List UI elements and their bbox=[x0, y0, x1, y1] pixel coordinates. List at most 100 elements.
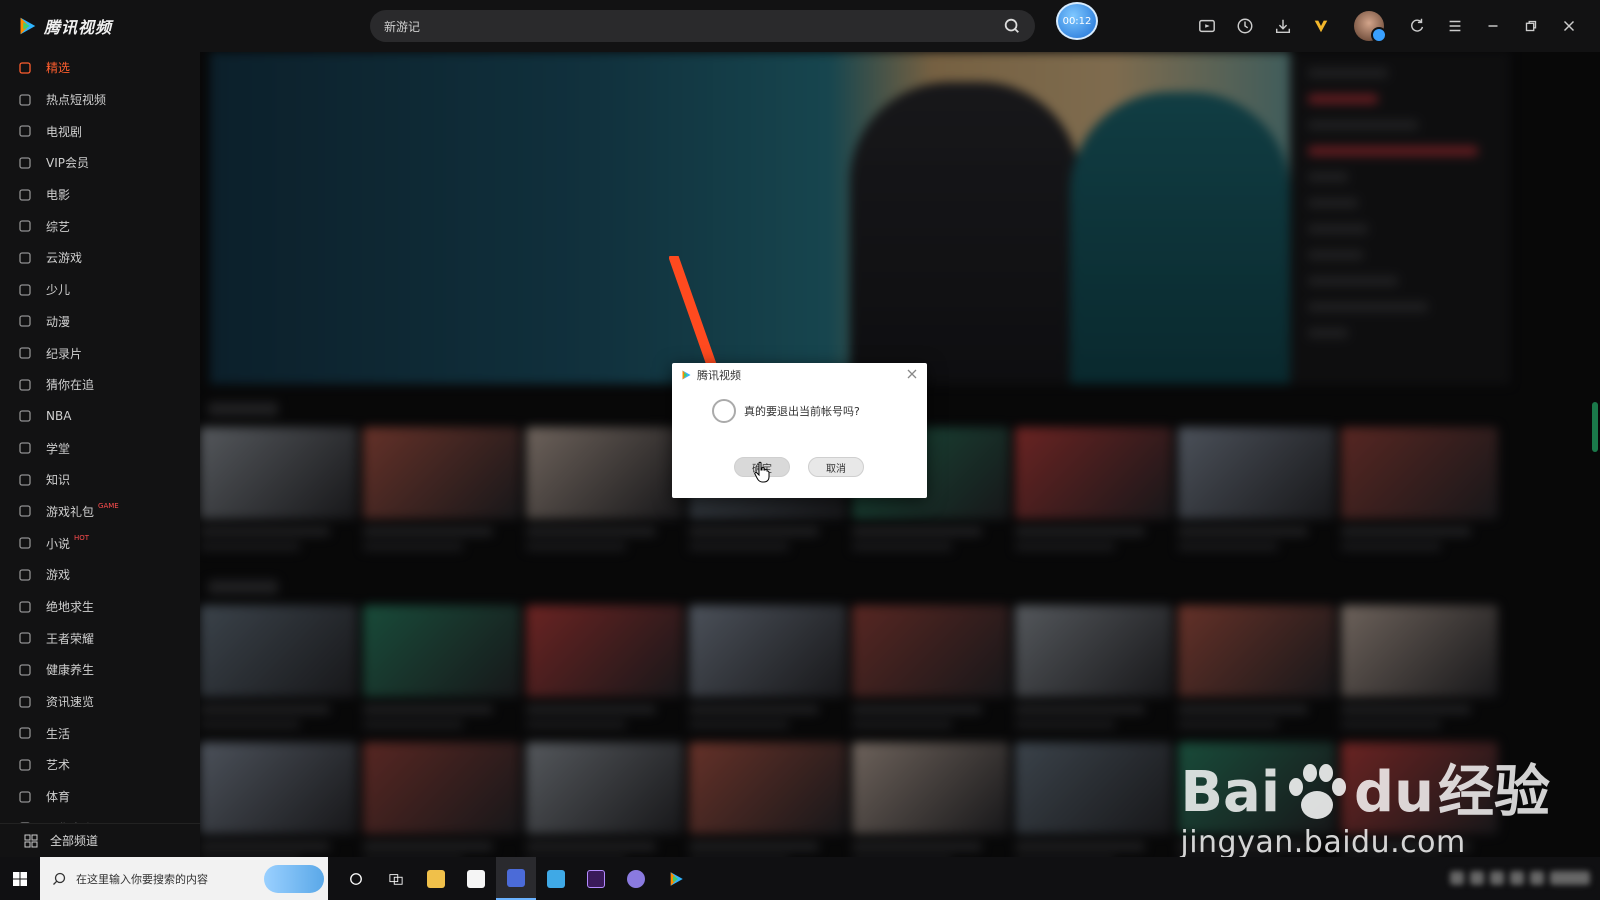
tencent-video-logo-icon bbox=[682, 370, 691, 380]
sidebar-item-8[interactable]: 动漫 bbox=[0, 306, 200, 338]
logout-confirm-dialog: 腾讯视频 真的要退出当前帐号吗? 确定 取消 bbox=[672, 363, 927, 498]
paw-icon bbox=[1289, 764, 1347, 819]
recorder-icon bbox=[507, 868, 525, 887]
dialog-message: 真的要退出当前帐号吗? bbox=[744, 405, 860, 418]
recorder-button[interactable] bbox=[496, 857, 536, 900]
grid-icon bbox=[24, 834, 38, 847]
sidebar-item-16[interactable]: 游戏 bbox=[0, 559, 200, 591]
download-button[interactable] bbox=[1266, 9, 1300, 43]
cortana-button[interactable] bbox=[336, 857, 376, 900]
restore-button[interactable] bbox=[1514, 9, 1548, 43]
browser-icon bbox=[547, 869, 565, 888]
minimize-button[interactable] bbox=[1476, 9, 1510, 43]
watermark-brand-suffix: du bbox=[1354, 760, 1434, 825]
tencent-video-logo-icon bbox=[20, 17, 36, 35]
sidebar-item-6[interactable]: 云游戏 bbox=[0, 242, 200, 274]
premiere-button[interactable] bbox=[576, 857, 616, 900]
notepad-button[interactable] bbox=[456, 857, 496, 900]
sidebar-item-18[interactable]: 王者荣耀 bbox=[0, 622, 200, 654]
sidebar-item-label: 知识 bbox=[46, 473, 71, 488]
sidebar-item-7[interactable]: 少儿 bbox=[0, 274, 200, 306]
app-circle-button[interactable] bbox=[616, 857, 656, 900]
book-icon bbox=[19, 474, 31, 486]
sidebar-item-14[interactable]: 游戏礼包 GAME bbox=[0, 496, 200, 528]
sidebar-item-10[interactable]: 猜你在追 bbox=[0, 369, 200, 401]
sidebar-item-9[interactable]: 纪录片 bbox=[0, 337, 200, 369]
file-explorer-button[interactable] bbox=[416, 857, 456, 900]
app-icon bbox=[627, 869, 645, 888]
sidebar-item-label: 少儿 bbox=[46, 283, 71, 298]
sidebar-item-label: 精选 bbox=[46, 61, 71, 76]
sidebar-item-3[interactable]: VIP会员 bbox=[0, 147, 200, 179]
toolbar bbox=[1188, 0, 1600, 52]
all-channels-button[interactable]: 全部频道 bbox=[0, 823, 200, 857]
sidebar-item-label: NBA bbox=[46, 409, 72, 424]
sidebar-item-label: 学堂 bbox=[46, 441, 71, 456]
sidebar-item-0[interactable]: 精选 bbox=[0, 52, 200, 84]
taskbar-apps bbox=[336, 857, 696, 900]
dialog-title: 腾讯视频 bbox=[697, 369, 741, 382]
start-button[interactable] bbox=[0, 857, 40, 900]
sidebar-item-13[interactable]: 知识 bbox=[0, 464, 200, 496]
sidebar-item-17[interactable]: 绝地求生 bbox=[0, 591, 200, 623]
sidebar-item-12[interactable]: 学堂 bbox=[0, 432, 200, 464]
edge-browser-button[interactable] bbox=[536, 857, 576, 900]
sidebar-item-23[interactable]: 体育 bbox=[0, 781, 200, 813]
tencent-video-taskbar-button[interactable] bbox=[656, 857, 696, 900]
vip-icon bbox=[1314, 20, 1328, 33]
sidebar-item-4[interactable]: 电影 bbox=[0, 179, 200, 211]
sidebar-item-label: 王者荣耀 bbox=[46, 631, 95, 646]
sidebar-nav: 精选热点短视频电视剧 VIP会员 电影综艺云游戏少儿动漫纪录片猜你在追 NBA 学堂知识… bbox=[0, 52, 200, 844]
sidebar-item-21[interactable]: 生活 bbox=[0, 717, 200, 749]
sidebar-item-label: 热点短视频 bbox=[46, 93, 107, 108]
refresh-icon bbox=[1411, 18, 1424, 32]
close-button[interactable] bbox=[1552, 9, 1586, 43]
all-channels-label: 全部频道 bbox=[50, 834, 99, 848]
sidebar-item-1[interactable]: 热点短视频 bbox=[0, 84, 200, 116]
dialog-close-icon[interactable] bbox=[905, 367, 919, 381]
sidebar-item-label: 游戏 bbox=[46, 568, 71, 583]
camera-icon bbox=[19, 347, 31, 359]
history-button[interactable] bbox=[1228, 9, 1262, 43]
tencent-video-logo-icon bbox=[670, 871, 683, 886]
gift-icon bbox=[19, 505, 31, 518]
sidebar-item-5[interactable]: 综艺 bbox=[0, 210, 200, 242]
taskbar-search[interactable]: 在这里输入你要搜索的内容 bbox=[40, 857, 328, 900]
news-icon bbox=[19, 695, 31, 708]
user-avatar[interactable] bbox=[1354, 11, 1387, 43]
leaf-icon bbox=[19, 727, 31, 739]
search-input[interactable] bbox=[384, 19, 1003, 33]
screen-cast-icon bbox=[1199, 19, 1215, 33]
sidebar-item-label: 电视剧 bbox=[46, 124, 83, 139]
palette-icon bbox=[19, 759, 31, 771]
app-logo[interactable]: 腾讯视频 bbox=[16, 14, 356, 38]
sidebar-item-2[interactable]: 电视剧 bbox=[0, 115, 200, 147]
scrollbar[interactable] bbox=[1592, 402, 1598, 452]
screen-cast-button[interactable] bbox=[1190, 9, 1224, 43]
task-view-button[interactable] bbox=[376, 857, 416, 900]
sidebar-item-20[interactable]: 资讯速览 bbox=[0, 686, 200, 718]
search-icon[interactable] bbox=[1003, 17, 1021, 35]
sidebar-item-label: 综艺 bbox=[46, 219, 71, 234]
menu-button[interactable] bbox=[1438, 9, 1472, 43]
sidebar-item-19[interactable]: 健康养生 bbox=[0, 654, 200, 686]
search-bar[interactable] bbox=[370, 10, 1035, 42]
sidebar-item-label: 动漫 bbox=[46, 314, 71, 329]
title-bar: 腾讯视频 00:12 bbox=[0, 0, 1600, 52]
sidebar-item-22[interactable]: 艺术 bbox=[0, 749, 200, 781]
video-editor-icon bbox=[587, 869, 605, 888]
cancel-button[interactable]: 取消 bbox=[808, 457, 864, 477]
sidebar-item-label: 生活 bbox=[46, 726, 71, 741]
refresh-button[interactable] bbox=[1400, 9, 1434, 43]
close-icon bbox=[1563, 20, 1575, 32]
app-window: 腾讯视频 00:12 bbox=[0, 0, 1600, 900]
system-tray[interactable] bbox=[1370, 863, 1590, 893]
sidebar-item-label: 纪录片 bbox=[46, 346, 83, 361]
watermark-logo: Bai du 经验 bbox=[1180, 763, 1550, 823]
document-icon bbox=[467, 869, 485, 888]
vip-button[interactable] bbox=[1304, 9, 1338, 43]
sidebar-item-11[interactable]: NBA bbox=[0, 401, 200, 433]
restore-icon bbox=[1525, 20, 1537, 32]
sidebar-item-label: 艺术 bbox=[46, 758, 71, 773]
sidebar-item-15[interactable]: 小说 HOT bbox=[0, 527, 200, 559]
